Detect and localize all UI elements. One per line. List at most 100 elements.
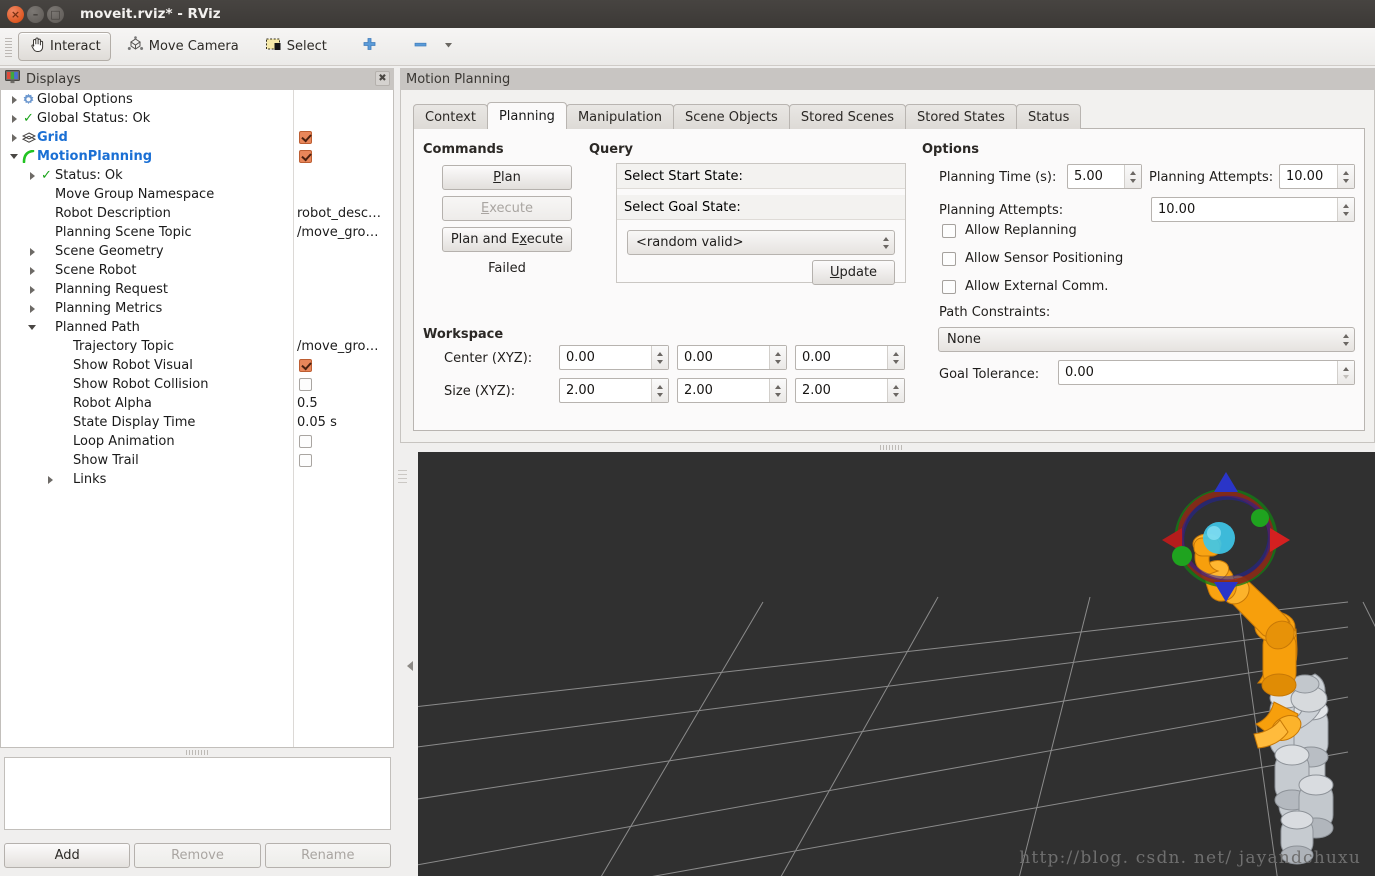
disclosure-triangle-icon[interactable] (9, 151, 20, 162)
toolbar-drag-handle[interactable] (4, 35, 13, 58)
left-splitter-handle[interactable] (398, 470, 407, 484)
view-splitter-handle[interactable] (880, 445, 904, 450)
move-camera-tool-button[interactable]: Move Camera (117, 32, 249, 61)
allow-external-comm-checkbox[interactable] (942, 279, 956, 294)
add-display-button[interactable]: Add (4, 843, 131, 868)
tree-item-trajectory-topic[interactable]: Trajectory Topic/move_gro… (1, 337, 393, 356)
marker-handle-y-neg[interactable] (1172, 546, 1192, 566)
displays-property-pane[interactable] (4, 757, 391, 830)
toolbar-overflow-button[interactable] (435, 32, 462, 61)
select-start-state-row[interactable]: Select Start State: (617, 164, 905, 189)
window-minimize-button[interactable]: – (27, 5, 44, 23)
disclosure-triangle-icon[interactable] (27, 303, 38, 314)
spinner-arrows-icon[interactable] (1337, 165, 1354, 188)
add-tool-button[interactable] (351, 32, 388, 61)
displays-tree[interactable]: Global Options ✓ Global Status: Ok Grid Moti… (0, 90, 394, 748)
marker-handle-y-pos[interactable] (1251, 509, 1269, 527)
allow-sensor-positioning-checkbox[interactable] (942, 251, 956, 266)
tree-item-planned-path[interactable]: Planned Path (1, 318, 393, 337)
tree-item-state-display-time[interactable]: State Display Time 0.05 s (1, 413, 393, 432)
disclosure-triangle-icon[interactable] (27, 265, 38, 276)
tree-item-global-status-ok[interactable]: ✓ Global Status: Ok (1, 109, 393, 128)
render-view-3d[interactable]: http://blog. csdn. net/ jayandchuxu (418, 452, 1375, 876)
disclosure-triangle-icon[interactable] (45, 474, 56, 485)
workspace-size-x-spinbox[interactable]: 2.00 (559, 378, 669, 403)
tree-item-checkbox[interactable] (299, 359, 312, 372)
planning-time-spinbox[interactable]: 5.00 (1067, 164, 1142, 189)
tree-item-checkbox[interactable] (299, 435, 312, 448)
spinner-arrows-icon[interactable] (769, 346, 786, 369)
allow-sensor-positioning-row[interactable]: Allow Sensor Positioning (942, 251, 1123, 266)
disclosure-triangle-icon[interactable] (27, 322, 38, 333)
window-maximize-button[interactable]: □ (47, 5, 64, 23)
tree-item-global-options[interactable]: Global Options (1, 90, 393, 109)
tree-item-value[interactable]: 0.05 s (297, 415, 337, 430)
tree-item-scene-robot[interactable]: Scene Robot (1, 261, 393, 280)
execute-button[interactable]: Execute (442, 196, 572, 221)
disclosure-triangle-icon[interactable] (27, 246, 38, 257)
tab-context[interactable]: Context (413, 104, 488, 129)
spinner-arrows-icon[interactable] (1124, 165, 1141, 188)
tab-stored-states[interactable]: Stored States (905, 104, 1017, 129)
tab-status[interactable]: Status (1015, 104, 1082, 129)
allow-replanning-row[interactable]: Allow Replanning (942, 223, 1077, 238)
displays-panel-close-button[interactable]: ✖ (375, 71, 390, 86)
tree-item-planning-request[interactable]: Planning Request (1, 280, 393, 299)
collapse-panel-arrow-icon[interactable] (405, 658, 415, 672)
select-tool-button[interactable]: Select (255, 32, 337, 61)
tree-item-robot-description[interactable]: Robot Description robot_desc… (1, 204, 393, 223)
planning-attempts-spinbox[interactable]: 10.00 (1151, 197, 1355, 222)
goal-tolerance-spinbox[interactable]: 0.00 (1058, 360, 1355, 385)
tree-item-move-group-namespace[interactable]: Move Group Namespace (1, 185, 393, 204)
spinner-arrows-icon[interactable] (887, 346, 904, 369)
tree-item-value[interactable]: robot_desc… (297, 206, 381, 221)
spinner-arrows-icon[interactable] (651, 346, 668, 369)
tree-item-motionplanning[interactable]: MotionPlanning (1, 147, 393, 166)
tree-item-robot-alpha[interactable]: Robot Alpha 0.5 (1, 394, 393, 413)
tree-item-planning-metrics[interactable]: Planning Metrics (1, 299, 393, 318)
tree-item-show-trail[interactable]: Show Trail (1, 451, 393, 470)
tree-item-loop-animation[interactable]: Loop Animation (1, 432, 393, 451)
tree-item-grid[interactable]: Grid (1, 128, 393, 147)
tree-item-checkbox[interactable] (299, 131, 312, 144)
tree-item-show-robot-collision[interactable]: Show Robot Collision (1, 375, 393, 394)
tree-item-scene-geometry[interactable]: Scene Geometry (1, 242, 393, 261)
tree-item-planning-scene-topic[interactable]: Planning Scene Topic/move_gro… (1, 223, 393, 242)
tree-item-checkbox[interactable] (299, 454, 312, 467)
tree-item-checkbox[interactable] (299, 378, 312, 391)
tree-item-value[interactable]: /move_gro… (297, 339, 378, 354)
workspace-center-y-spinbox[interactable]: 0.00 (677, 345, 787, 370)
allow-external-comm-row[interactable]: Allow External Comm. (942, 279, 1108, 294)
spinner-arrows-icon[interactable] (1337, 333, 1354, 346)
select-goal-state-row[interactable]: Select Goal State: (617, 195, 905, 220)
disclosure-triangle-icon[interactable] (9, 132, 20, 143)
tree-item-status-ok[interactable]: ✓ Status: Ok (1, 166, 393, 185)
update-query-button[interactable]: Update (812, 260, 895, 285)
spinner-arrows-icon[interactable] (1337, 198, 1354, 221)
tab-planning[interactable]: Planning (486, 102, 567, 129)
tab-scene-objects[interactable]: Scene Objects (672, 104, 790, 129)
tree-item-value[interactable]: 0.5 (297, 396, 318, 411)
disclosure-triangle-icon[interactable] (27, 284, 38, 295)
remove-tool-button[interactable] (402, 32, 439, 61)
interact-tool-button[interactable]: Interact (18, 32, 111, 61)
tree-item-checkbox[interactable] (299, 150, 312, 163)
workspace-size-y-spinbox[interactable]: 2.00 (677, 378, 787, 403)
goal-state-combo[interactable]: <random valid> (627, 230, 895, 255)
remove-display-button[interactable]: Remove (134, 843, 261, 868)
rename-display-button[interactable]: Rename (264, 843, 391, 868)
plan-and-execute-button[interactable]: Plan and Execute (442, 227, 572, 252)
workspace-center-z-spinbox[interactable]: 0.00 (795, 345, 905, 370)
spinner-arrows-icon[interactable] (651, 379, 668, 402)
tree-item-show-robot-visual[interactable]: Show Robot Visual (1, 356, 393, 375)
tab-manipulation[interactable]: Manipulation (565, 104, 674, 129)
tree-item-value[interactable]: /move_gro… (297, 225, 378, 240)
path-constraints-combo[interactable]: None (938, 327, 1355, 352)
spinner-arrows-icon[interactable] (877, 236, 894, 249)
disclosure-triangle-icon[interactable] (9, 94, 20, 105)
displays-splitter-handle[interactable] (186, 750, 208, 755)
disclosure-triangle-icon[interactable] (27, 170, 38, 181)
disclosure-triangle-icon[interactable] (9, 113, 20, 124)
spinner-arrows-icon[interactable] (887, 379, 904, 402)
spinner-arrows-icon[interactable] (1337, 361, 1354, 384)
